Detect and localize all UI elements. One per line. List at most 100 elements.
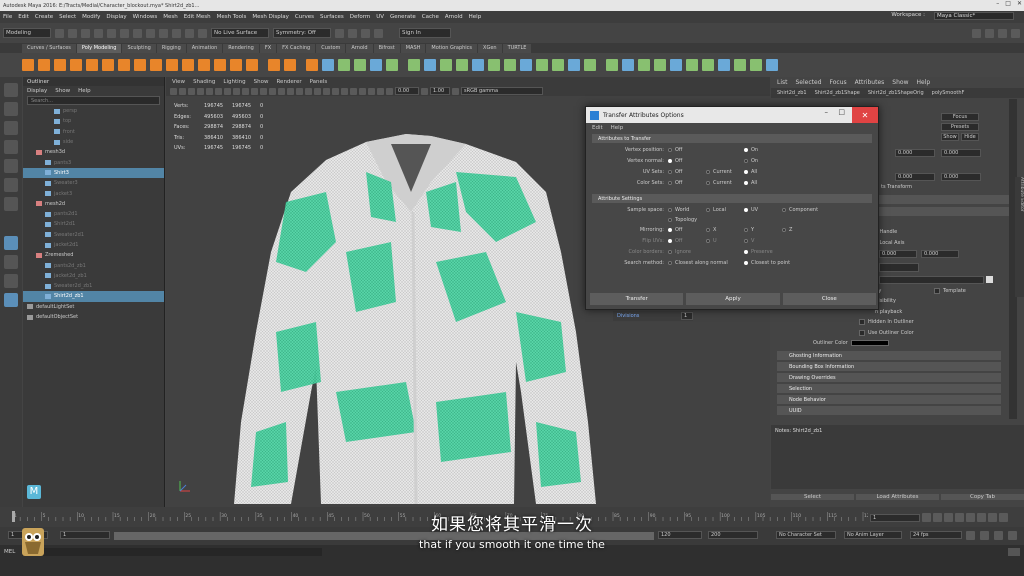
shelf-pipe-icon[interactable] xyxy=(182,59,194,71)
shelf-append-icon[interactable] xyxy=(456,59,468,71)
scale-tool-icon[interactable] xyxy=(4,178,18,192)
xray-joints-icon[interactable] xyxy=(368,87,375,95)
dialog-menu-edit[interactable]: Edit xyxy=(592,125,603,131)
layout-single-icon[interactable] xyxy=(4,236,18,250)
outliner-item-jacket3[interactable]: jacket3 xyxy=(23,188,164,198)
hidden-in-outliner-checkbox[interactable]: Hidden In Outliner xyxy=(859,319,914,325)
use-outliner-color-checkbox[interactable]: Use Outliner Color xyxy=(859,330,914,336)
wireframe-on-shaded-icon[interactable] xyxy=(287,87,294,95)
shelf-tab-poly-modeling[interactable]: Poly Modeling xyxy=(76,43,122,53)
menu-arnold[interactable]: Arnold xyxy=(445,14,463,20)
value-field-6[interactable]: 0.000 xyxy=(921,250,959,258)
outliner-item-sweater2d-zb1[interactable]: Sweater2d_zb1 xyxy=(23,281,164,291)
save-scene-icon[interactable] xyxy=(81,28,90,38)
shelf-connect-icon[interactable] xyxy=(520,59,532,71)
snap-curve-icon[interactable] xyxy=(172,28,181,38)
outliner-menu-display[interactable]: Display xyxy=(27,88,47,94)
radio-uv-sets-current[interactable]: Current xyxy=(706,169,744,175)
shelf-sew-uv-icon[interactable] xyxy=(686,59,698,71)
exposure-field[interactable]: 0.00 xyxy=(395,87,419,95)
dropdown-field[interactable] xyxy=(879,263,919,272)
radio-vertex-normal-on[interactable]: On xyxy=(744,158,784,164)
outliner-item-sweater2d1[interactable]: Sweater2d1 xyxy=(23,230,164,240)
resolution-gate-icon[interactable] xyxy=(224,87,231,95)
hide-button[interactable]: Hide xyxy=(961,133,979,141)
open-scene-icon[interactable] xyxy=(68,28,77,38)
ae-section-uuid[interactable]: UUID xyxy=(777,406,1001,415)
film-gate-icon[interactable] xyxy=(215,87,222,95)
image-plane-icon[interactable] xyxy=(197,87,204,95)
outliner-item-pants3[interactable]: pants3 xyxy=(23,157,164,167)
ae-tab-shirt2d-zb1[interactable]: Shirt2d_zb1 xyxy=(777,90,807,96)
shelf-combine-icon[interactable] xyxy=(322,59,334,71)
radio-uv-sets-all[interactable]: All xyxy=(744,169,784,175)
safe-title-icon[interactable] xyxy=(260,87,267,95)
value-field-1[interactable]: 0.000 xyxy=(895,149,935,157)
shelf-fill-hole-icon[interactable] xyxy=(472,59,484,71)
menu-cache[interactable]: Cache xyxy=(422,14,439,20)
shelf-insert-loop-icon[interactable] xyxy=(552,59,564,71)
textured-icon[interactable] xyxy=(296,87,303,95)
outliner-menu-help[interactable]: Help xyxy=(78,88,91,94)
menu-mesh[interactable]: Mesh xyxy=(163,14,177,20)
shelf-tab-curves-surfaces[interactable]: Curves / Surfaces xyxy=(22,43,76,53)
shelf-center-pivot-icon[interactable] xyxy=(734,59,746,71)
ipr-render-icon[interactable] xyxy=(348,28,357,38)
radio-sample-space-local[interactable]: Local xyxy=(706,207,744,213)
ae-menu-attributes[interactable]: Attributes xyxy=(855,79,885,86)
outliner-search-input[interactable]: Search... xyxy=(27,96,160,105)
tool-settings-icon[interactable] xyxy=(998,28,1007,38)
view-transform-dropdown[interactable]: sRGB gamma xyxy=(461,87,543,95)
value-field-4[interactable]: 0.000 xyxy=(941,173,981,181)
apply-button[interactable]: Apply xyxy=(686,293,780,305)
template-checkbox[interactable]: Template xyxy=(934,288,966,294)
outliner-item-shirt2d1[interactable]: Shirt2d1 xyxy=(23,219,164,229)
outliner-item-top[interactable]: top xyxy=(23,116,164,126)
radio-vertex-normal-off[interactable]: Off xyxy=(668,158,744,164)
radio-color-sets-all[interactable]: All xyxy=(744,180,784,186)
shelf-freeze-icon[interactable] xyxy=(750,59,762,71)
radio-color-borders-preserve[interactable]: Preserve xyxy=(744,249,784,255)
dialog-maximize-icon[interactable]: □ xyxy=(838,108,845,116)
radio-color-sets-current[interactable]: Current xyxy=(706,180,744,186)
safe-action-icon[interactable] xyxy=(251,87,258,95)
shelf-plane-icon[interactable] xyxy=(102,59,114,71)
radio-flip-uvs-off[interactable]: Off xyxy=(668,238,706,244)
menu-edit[interactable]: Edit xyxy=(18,14,29,20)
side-tab-attribute-editor[interactable]: Attribute Editor xyxy=(1015,177,1024,297)
wireframe-icon[interactable] xyxy=(269,87,276,95)
attribute-settings-section[interactable]: Attribute Settings xyxy=(592,194,872,203)
menu-surfaces[interactable]: Surfaces xyxy=(320,14,344,20)
presets-button[interactable]: Presets xyxy=(941,123,979,131)
shelf-tab-rendering[interactable]: Rendering xyxy=(223,43,259,53)
viewport-menu-panels[interactable]: Panels xyxy=(310,79,328,85)
outliner-menu-show[interactable]: Show xyxy=(55,88,70,94)
ae-section-node-behavior[interactable]: Node Behavior xyxy=(777,395,1001,404)
shelf-mirror-icon[interactable] xyxy=(386,59,398,71)
shelf-sphere-icon[interactable] xyxy=(22,59,34,71)
shelf-tab-rigging[interactable]: Rigging xyxy=(156,43,186,53)
ae-tab-shirt2d-zb1shape[interactable]: Shirt2d_zb1Shape xyxy=(815,90,860,96)
camera-select-icon[interactable] xyxy=(170,87,177,95)
select-object-icon[interactable] xyxy=(133,28,142,38)
hypershade-icon[interactable] xyxy=(374,28,383,38)
ae-tab-shirt2d-zb1shapeorig[interactable]: Shirt2d_zb1ShapeOrig xyxy=(868,90,924,96)
menu-mesh-tools[interactable]: Mesh Tools xyxy=(217,14,247,20)
outliner-item-side[interactable]: side xyxy=(23,137,164,147)
outliner-item-defaultobjectset[interactable]: defaultObjectSet xyxy=(23,312,164,322)
motion-blur-icon[interactable] xyxy=(332,87,339,95)
layout-four-icon[interactable] xyxy=(4,255,18,269)
menu-mesh-display[interactable]: Mesh Display xyxy=(252,14,289,20)
outliner-item-persp[interactable]: persp xyxy=(23,106,164,116)
menu-select[interactable]: Select xyxy=(59,14,76,20)
ae-menu-selected[interactable]: Selected xyxy=(796,79,822,86)
select-button[interactable]: Select xyxy=(771,494,854,500)
select-component-icon[interactable] xyxy=(146,28,155,38)
radio-uv-sets-off[interactable]: Off xyxy=(668,169,706,175)
shelf-tab-motion-graphics[interactable]: Motion Graphics xyxy=(426,43,478,53)
smooth-shade-icon[interactable] xyxy=(278,87,285,95)
radio-vertex-position-off[interactable]: Off xyxy=(668,147,744,153)
viewport-menu-show[interactable]: Show xyxy=(254,79,269,85)
symmetry-dropdown[interactable]: Symmetry: Off xyxy=(273,28,331,38)
radio-mirroring-x[interactable]: X xyxy=(706,227,744,233)
